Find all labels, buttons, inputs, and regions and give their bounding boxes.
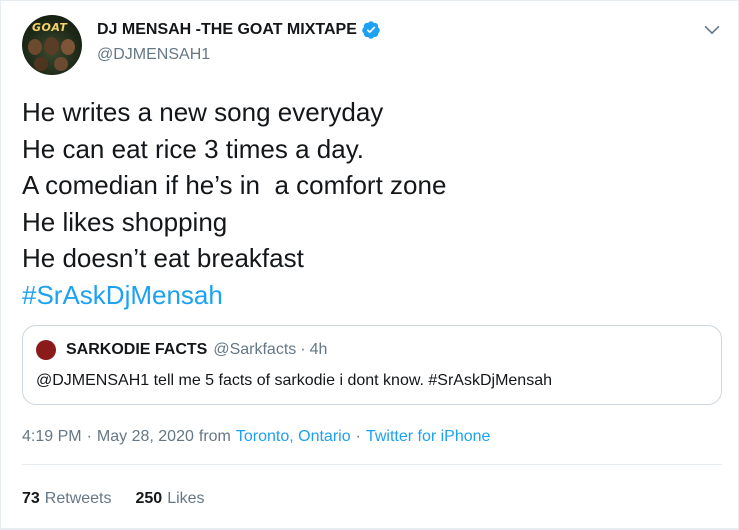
divider: [22, 464, 722, 465]
separator-dot: ·: [355, 428, 361, 445]
avatar-face: [44, 37, 59, 55]
quoted-author-name[interactable]: SARKODIE FACTS: [66, 341, 207, 359]
likes-stat[interactable]: 250 Likes: [136, 490, 205, 508]
quoted-author-avatar[interactable]: [36, 340, 56, 360]
quoted-tweet-header: SARKODIE FACTS @Sarkfacts · 4h: [66, 341, 327, 359]
tweet-text-line: He can eat rice 3 times a day.: [22, 133, 365, 164]
author-name-row[interactable]: DJ MENSAH -THE GOAT MIXTAPE: [97, 20, 381, 40]
tweet-text: He writes a new song everyday He can eat…: [22, 94, 446, 313]
avatar-face: [54, 57, 68, 71]
tweet-text-line: He writes a new song everyday: [22, 97, 384, 127]
author-display-name[interactable]: DJ MENSAH -THE GOAT MIXTAPE: [97, 21, 357, 39]
location-link[interactable]: Toronto, Ontario: [236, 428, 351, 446]
tweet-text-line: He likes shopping: [22, 206, 228, 237]
tweet-metadata: 4:19 PM · May 28, 2020 from Toronto, Ont…: [22, 428, 490, 446]
tweet-text-line: A comedian if he’s in a comfort zone: [22, 170, 447, 200]
likes-label: Likes: [167, 490, 205, 507]
source-link[interactable]: Twitter for iPhone: [366, 428, 491, 446]
tweet-time[interactable]: 4:19 PM: [22, 428, 82, 446]
quoted-tweet-text: @DJMENSAH1 tell me 5 facts of sarkodie i…: [36, 372, 552, 389]
author-avatar[interactable]: GOAT: [22, 15, 82, 75]
retweets-stat[interactable]: 73 Retweets: [22, 490, 112, 508]
quoted-author-handle[interactable]: @Sarkfacts: [213, 341, 296, 359]
quoted-tweet-time[interactable]: 4h: [310, 341, 328, 359]
chevron-down-icon[interactable]: [701, 19, 723, 41]
separator-dot: ·: [300, 341, 306, 358]
verified-badge-icon: [362, 21, 380, 39]
retweets-label: Retweets: [44, 490, 112, 507]
divider: [1, 528, 739, 529]
hashtag-link[interactable]: #SrAskDjMensah: [22, 277, 446, 314]
retweets-count: 73: [22, 490, 40, 507]
avatar-logo-text: GOAT: [32, 21, 68, 34]
from-label: from: [198, 428, 231, 445]
avatar-face: [34, 57, 48, 71]
engagement-stats: 73 Retweets 250 Likes: [22, 490, 205, 508]
likes-count: 250: [135, 490, 163, 507]
quoted-tweet[interactable]: SARKODIE FACTS @Sarkfacts · 4h @DJMENSAH…: [22, 325, 722, 405]
avatar-face: [61, 39, 75, 55]
author-handle[interactable]: @DJMENSAH1: [97, 46, 210, 64]
tweet-card: GOAT DJ MENSAH -THE GOAT MIXTAPE @DJMENS…: [0, 0, 739, 530]
avatar-face: [28, 39, 42, 55]
tweet-text-line: He doesn’t eat breakfast: [22, 243, 304, 273]
tweet-date[interactable]: May 28, 2020: [97, 428, 194, 446]
separator-dot: ·: [86, 428, 92, 445]
